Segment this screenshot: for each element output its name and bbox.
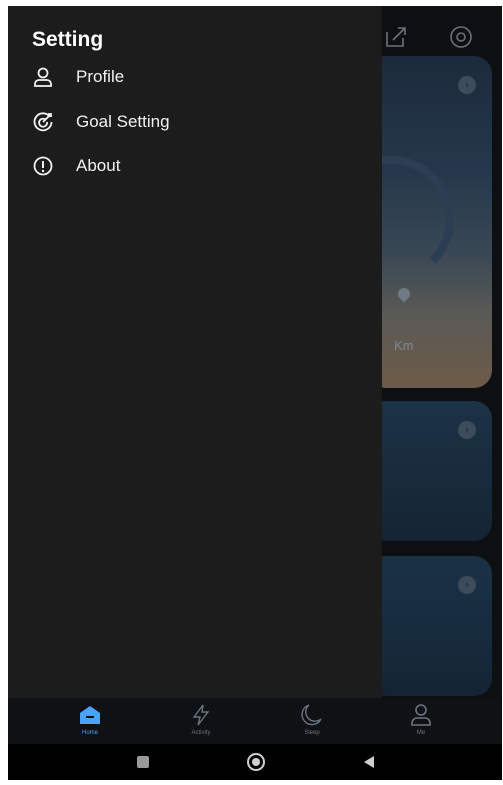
menu-item-goal-setting[interactable]: Goal Setting xyxy=(32,107,170,137)
distance-unit: Km xyxy=(394,338,414,353)
back-triangle-icon xyxy=(364,756,374,768)
circle-icon xyxy=(247,753,265,771)
nav-home[interactable]: Home xyxy=(60,702,120,742)
info-icon xyxy=(32,155,54,177)
app-screen: › Km › › Setting Profile Goal Setting Ab… xyxy=(8,6,502,780)
system-navigation-bar xyxy=(8,744,502,780)
menu-item-label: About xyxy=(76,156,121,175)
distance-card[interactable]: › Km xyxy=(368,56,492,388)
moon-icon xyxy=(301,704,322,726)
nav-me[interactable]: Me xyxy=(391,702,451,742)
nav-label: Activity xyxy=(191,730,211,736)
menu-item-label: Goal Setting xyxy=(76,112,170,131)
watch-icon[interactable] xyxy=(448,24,474,50)
back-button[interactable] xyxy=(360,754,378,770)
drawer-title: Setting xyxy=(32,28,104,51)
nav-label: Me xyxy=(416,730,426,736)
location-pin-icon xyxy=(395,285,413,303)
nav-label: Sleep xyxy=(304,730,320,736)
menu-item-about[interactable]: About xyxy=(32,151,120,181)
settings-drawer: Setting Profile Goal Setting About xyxy=(8,6,382,698)
home-icon xyxy=(80,706,100,724)
nav-sleep[interactable]: Sleep xyxy=(282,702,342,742)
square-icon xyxy=(137,756,149,768)
menu-item-label: Profile xyxy=(76,67,125,86)
recent-apps-button[interactable] xyxy=(134,754,152,770)
menu-item-profile[interactable]: Profile xyxy=(32,62,124,92)
person-icon xyxy=(411,704,431,726)
person-icon xyxy=(32,66,54,88)
nav-activity[interactable]: Activity xyxy=(171,702,231,742)
nav-label: Home xyxy=(81,730,98,736)
card-3[interactable]: › xyxy=(368,556,492,696)
target-icon xyxy=(32,111,54,133)
bottom-navigation: Home Activity Sleep Me xyxy=(8,698,502,744)
chevron-right-icon: › xyxy=(458,76,476,94)
chevron-right-icon: › xyxy=(458,421,476,439)
share-icon[interactable] xyxy=(383,24,409,50)
lightning-icon xyxy=(192,704,210,726)
chevron-right-icon: › xyxy=(458,576,476,594)
card-2[interactable]: › xyxy=(368,401,492,541)
home-system-button[interactable] xyxy=(246,752,266,772)
